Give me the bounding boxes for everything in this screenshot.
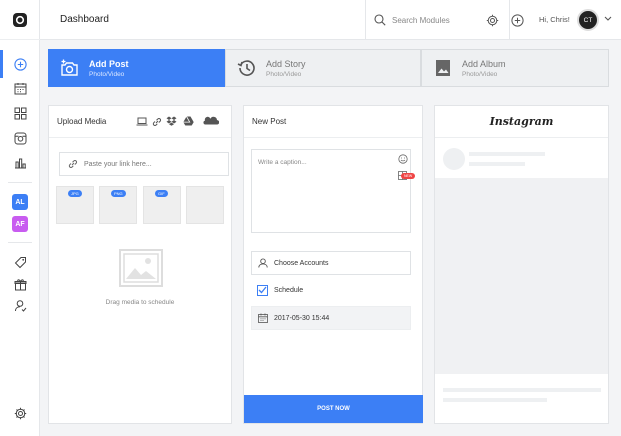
google-drive-icon[interactable] [183, 116, 194, 126]
instagram-icon [14, 132, 26, 144]
preview-text-placeholder [469, 162, 525, 166]
add-button[interactable] [508, 11, 526, 29]
gift-icon [14, 278, 26, 290]
preview-image-placeholder [435, 178, 608, 374]
tab-label: Add Post [89, 58, 129, 69]
preview-text-placeholder [443, 398, 547, 402]
settings-button[interactable] [483, 11, 501, 29]
choose-accounts-label: Choose Accounts [274, 259, 329, 267]
sidebar-item-settings[interactable] [0, 401, 40, 425]
file-type-badge: PNG [111, 190, 126, 197]
link-icon [68, 160, 78, 168]
onedrive-icon[interactable] [203, 116, 219, 125]
search-icon [374, 14, 386, 26]
sidebar-item-calendar[interactable] [0, 76, 40, 100]
upload-media-panel: Upload Media Paste your link here... JPG… [48, 105, 232, 424]
preview-text-placeholder [469, 152, 545, 156]
post-type-tabs: Add Post Photo/Video Add Story Photo/Vid… [48, 49, 609, 87]
post-now-button[interactable]: POST NOW [244, 395, 423, 423]
sidebar-account-af[interactable]: AF [0, 212, 40, 236]
page-title: Dashboard [60, 14, 109, 25]
account-avatar: AF [12, 216, 28, 232]
link-icon[interactable] [152, 117, 162, 127]
sidebar-divider [8, 182, 32, 183]
plus-circle-icon [510, 13, 524, 27]
schedule-date-value: 2017-05-30 15:44 [274, 314, 330, 322]
computer-icon[interactable] [136, 117, 148, 126]
panel-header: New Post [244, 106, 422, 138]
preview-avatar-placeholder [443, 148, 465, 170]
gear-icon [14, 407, 26, 419]
sidebar-item-analytics[interactable] [0, 150, 40, 174]
sidebar-account-al[interactable]: AL [0, 190, 40, 214]
instagram-logo: Instagram [435, 106, 608, 138]
account-avatar: AL [12, 194, 28, 210]
panel-header: Upload Media [49, 106, 231, 138]
new-badge: NEW [401, 173, 416, 179]
panel-title: New Post [252, 117, 287, 126]
sidebar-divider [8, 242, 32, 243]
tab-label: Add Story [266, 58, 306, 69]
emoji-icon[interactable] [398, 154, 408, 164]
gear-icon [486, 14, 498, 26]
tab-sublabel: Photo/Video [89, 70, 125, 78]
tag-icon [14, 256, 26, 268]
check-icon [258, 286, 267, 294]
caption-placeholder: Write a caption... [258, 159, 307, 166]
search-placeholder: Search Modules [392, 15, 450, 25]
plus-circle-icon [13, 57, 27, 71]
sidebar-item-grid[interactable] [0, 101, 40, 125]
file-type-badge: JPG [68, 190, 82, 197]
schedule-label: Schedule [274, 286, 304, 294]
media-thumbnail[interactable] [186, 186, 224, 224]
topbar: Dashboard Search Modules Hi, Chris! CT [40, 0, 621, 40]
tab-sublabel: Photo/Video [266, 70, 302, 78]
panel-title: Upload Media [57, 117, 107, 126]
sidebar: AL AF [0, 0, 40, 436]
avatar[interactable]: CT [577, 9, 599, 31]
user-greeting: Hi, Chris! [539, 15, 570, 24]
album-icon [432, 57, 454, 79]
file-type-badge: GIF [155, 190, 168, 197]
tab-sublabel: Photo/Video [462, 70, 498, 78]
instagram-preview-panel: Instagram [434, 105, 609, 424]
tab-add-post[interactable]: Add Post Photo/Video [48, 49, 231, 87]
caption-textarea[interactable]: Write a caption... [251, 149, 411, 233]
sidebar-item-instagram[interactable] [0, 126, 40, 150]
history-icon [236, 57, 258, 79]
paste-link-input[interactable]: Paste your link here... [59, 152, 229, 176]
tab-add-story[interactable]: Add Story Photo/Video [225, 49, 421, 87]
schedule-checkbox-row[interactable]: Schedule [251, 278, 411, 302]
dropbox-icon[interactable] [166, 116, 177, 126]
grid-icon [14, 107, 26, 119]
sidebar-item-users[interactable] [0, 293, 40, 317]
preview-text-placeholder [443, 388, 601, 392]
link-placeholder: Paste your link here... [84, 160, 152, 168]
app: AL AF Dashboard Search Modules Hi, Chris… [0, 0, 621, 436]
user-icon [258, 258, 268, 268]
user-icon [14, 299, 26, 312]
image-placeholder-icon [119, 249, 163, 287]
logo-icon [13, 12, 27, 27]
calendar-icon [14, 82, 26, 94]
bar-chart-icon [14, 158, 26, 168]
sidebar-item-tags[interactable] [0, 250, 40, 274]
schedule-date-field[interactable]: 2017-05-30 15:44 [251, 306, 411, 330]
chevron-down-icon[interactable] [604, 16, 612, 22]
media-thumbnail[interactable]: PNG [99, 186, 137, 224]
new-post-panel: New Post Write a caption... NEW Choose A… [243, 105, 423, 424]
drop-zone-text: Drag media to schedule [105, 299, 175, 306]
calendar-icon [258, 313, 268, 323]
sidebar-item-add-post[interactable] [0, 50, 40, 78]
schedule-checkbox[interactable] [257, 284, 268, 296]
camera-plus-icon [59, 57, 81, 79]
media-thumbnail[interactable]: GIF [143, 186, 181, 224]
tab-label: Add Album [462, 58, 506, 69]
app-logo[interactable] [0, 0, 40, 40]
media-thumbnail[interactable]: JPG [56, 186, 94, 224]
tab-add-album[interactable]: Add Album Photo/Video [421, 49, 609, 87]
choose-accounts-field[interactable]: Choose Accounts [251, 251, 411, 275]
